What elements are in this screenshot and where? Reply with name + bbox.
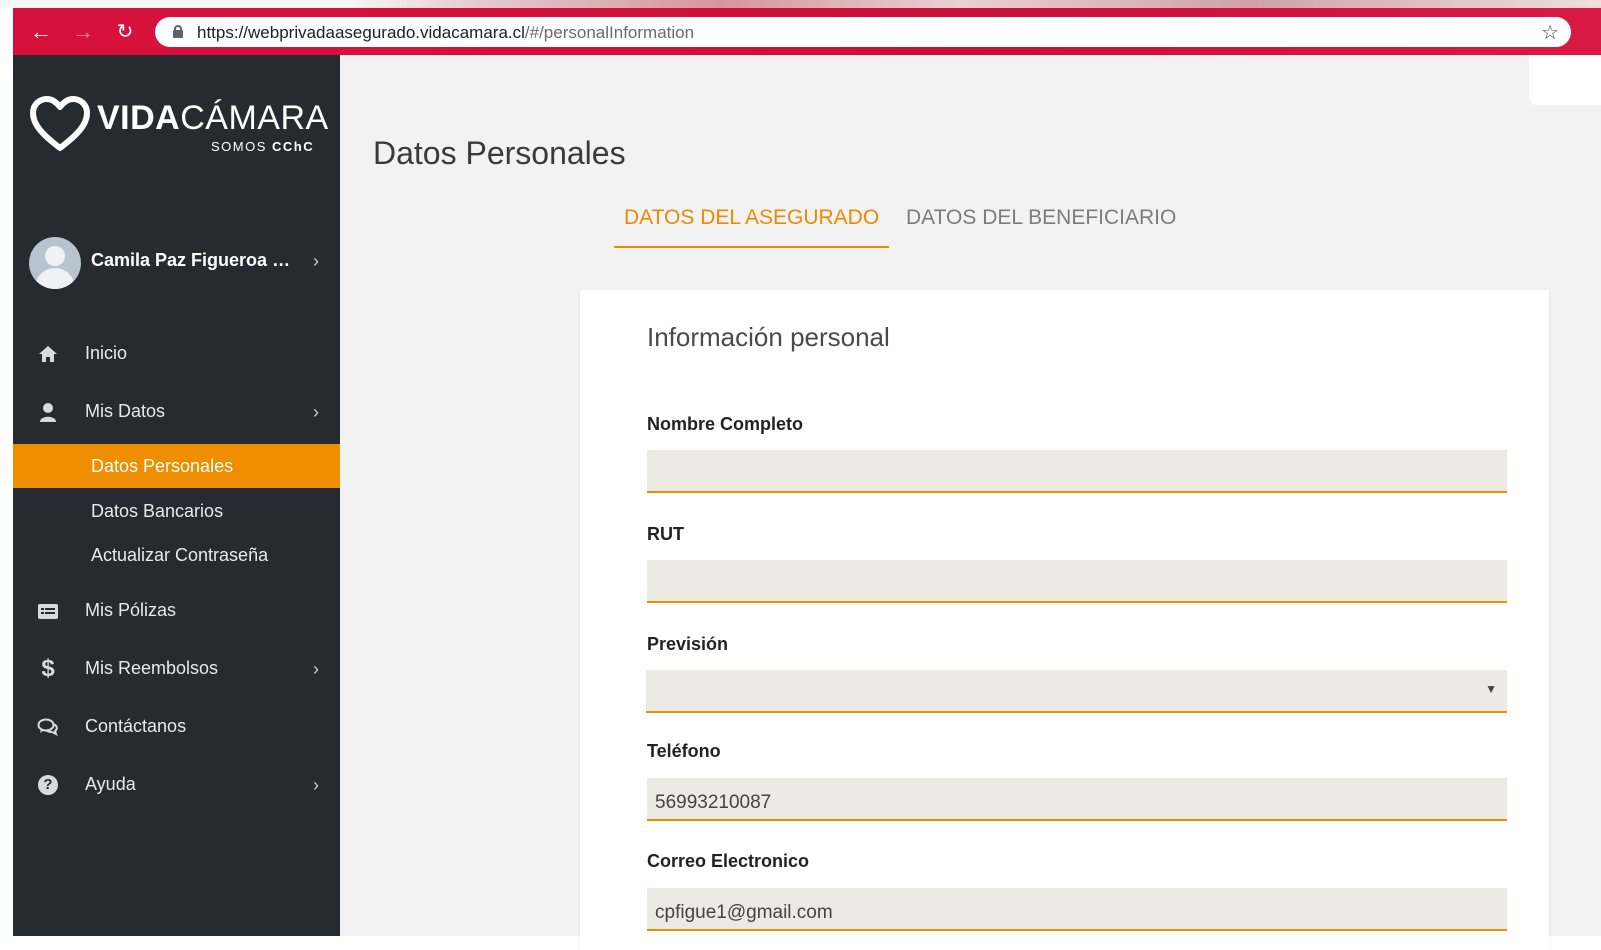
sidebar-item-label: Inicio [85,343,128,363]
sidebar-subitem-datos-bancarios[interactable]: Datos Bancarios [13,489,340,533]
home-icon [37,343,59,365]
logo-tagline-bold: CChC [272,139,315,154]
url-host: https://webprivadaasegurado.vidacamara.c… [197,23,525,42]
personal-info-card: Información personal Nombre Completo RUT… [580,290,1549,950]
chat-icon [37,716,59,738]
tab-strip [0,0,1601,8]
phone-label: Teléfono [647,741,721,761]
sidebar-subitem-label: Datos Bancarios [91,501,224,521]
dropdown-arrow-icon: ▼ [1485,682,1497,696]
url-path: /#/personalInformation [524,23,695,42]
forward-arrow-icon[interactable]: → [71,20,95,44]
sidebar-subitem-label: Actualizar Contraseña [91,545,269,565]
bookmark-star-icon[interactable]: ☆ [1541,20,1559,45]
sidebar-item-mis-reembolsos[interactable]: $ Mis Reembolsos › [13,647,340,691]
chevron-right-icon: › [313,775,319,795]
sidebar-item-contactanos[interactable]: Contáctanos [13,705,340,749]
sidebar-subitem-actualizar-contrasena[interactable]: Actualizar Contraseña [13,533,340,577]
main-content: Datos Personales DATOS DEL ASEGURADO DAT… [340,55,1601,950]
card-title: Información personal [647,322,890,352]
heart-logo-icon [30,96,90,151]
sidebar: VIDACÁMARA SOMOS CChC Camila Paz Figuero… [13,55,340,936]
address-bar[interactable]: https://webprivadaasegurado.vidacamara.c… [155,17,1571,47]
avatar [29,237,81,289]
sidebar-item-label: Mis Reembolsos [85,658,219,678]
prevision-select[interactable]: ▼ [646,670,1507,713]
logo-tagline: SOMOS CChC [211,139,314,154]
sidebar-item-mis-polizas[interactable]: Mis Pólizas [13,589,340,633]
policy-card-icon [37,600,59,622]
full-name-field[interactable] [647,450,1507,493]
lock-icon [173,25,183,38]
sidebar-subitem-datos-personales[interactable]: Datos Personales [13,444,340,488]
rut-label: RUT [647,524,684,544]
browser-toolbar: ← → ↻ https://webprivadaasegurado.vidaca… [13,8,1601,55]
vidacamara-logo[interactable]: VIDACÁMARA [29,95,329,165]
rut-field[interactable] [647,560,1507,603]
sidebar-item-mis-datos[interactable]: Mis Datos › [13,390,340,434]
logo-tagline-light: SOMOS [211,139,273,154]
phone-field[interactable] [647,778,1507,821]
top-right-card [1529,55,1601,105]
dollar-icon: $ [41,655,55,682]
logo-brand-bold: VIDA [97,99,181,137]
user-profile-row[interactable]: Camila Paz Figueroa Ze... › [29,235,329,291]
sidebar-subitem-label: Datos Personales [91,456,234,476]
prevision-label: Previsión [647,634,729,654]
reload-icon[interactable]: ↻ [113,20,137,44]
sidebar-item-label: Contáctanos [85,716,187,736]
user-icon [37,401,59,423]
sidebar-item-label: Ayuda [85,774,136,794]
chevron-right-icon: › [313,251,319,271]
full-name-label: Nombre Completo [647,414,804,434]
sidebar-item-inicio[interactable]: Inicio [13,332,340,376]
email-field[interactable] [647,888,1507,931]
sidebar-item-label: Mis Datos [85,401,166,421]
chevron-right-icon: › [313,659,319,679]
user-name: Camila Paz Figueroa Ze... [91,250,299,270]
url-text: https://webprivadaasegurado.vidacamara.c… [197,23,694,43]
sidebar-item-ayuda[interactable]: ? Ayuda › [13,763,340,807]
email-label: Correo Electronico [647,851,810,871]
tab-datos-del-asegurado[interactable]: DATOS DEL ASEGURADO [614,200,890,248]
help-icon: ? [37,774,59,796]
sidebar-item-label: Mis Pólizas [85,600,177,620]
page-title: Datos Personales [373,135,626,171]
chevron-right-icon: › [313,402,319,422]
tab-datos-del-beneficiario[interactable]: DATOS DEL BENEFICIARIO [896,200,1186,248]
logo-brand-light: CÁMARA [180,99,329,137]
back-arrow-icon[interactable]: ← [29,20,53,44]
logo-wordmark: VIDACÁMARA [97,99,329,138]
